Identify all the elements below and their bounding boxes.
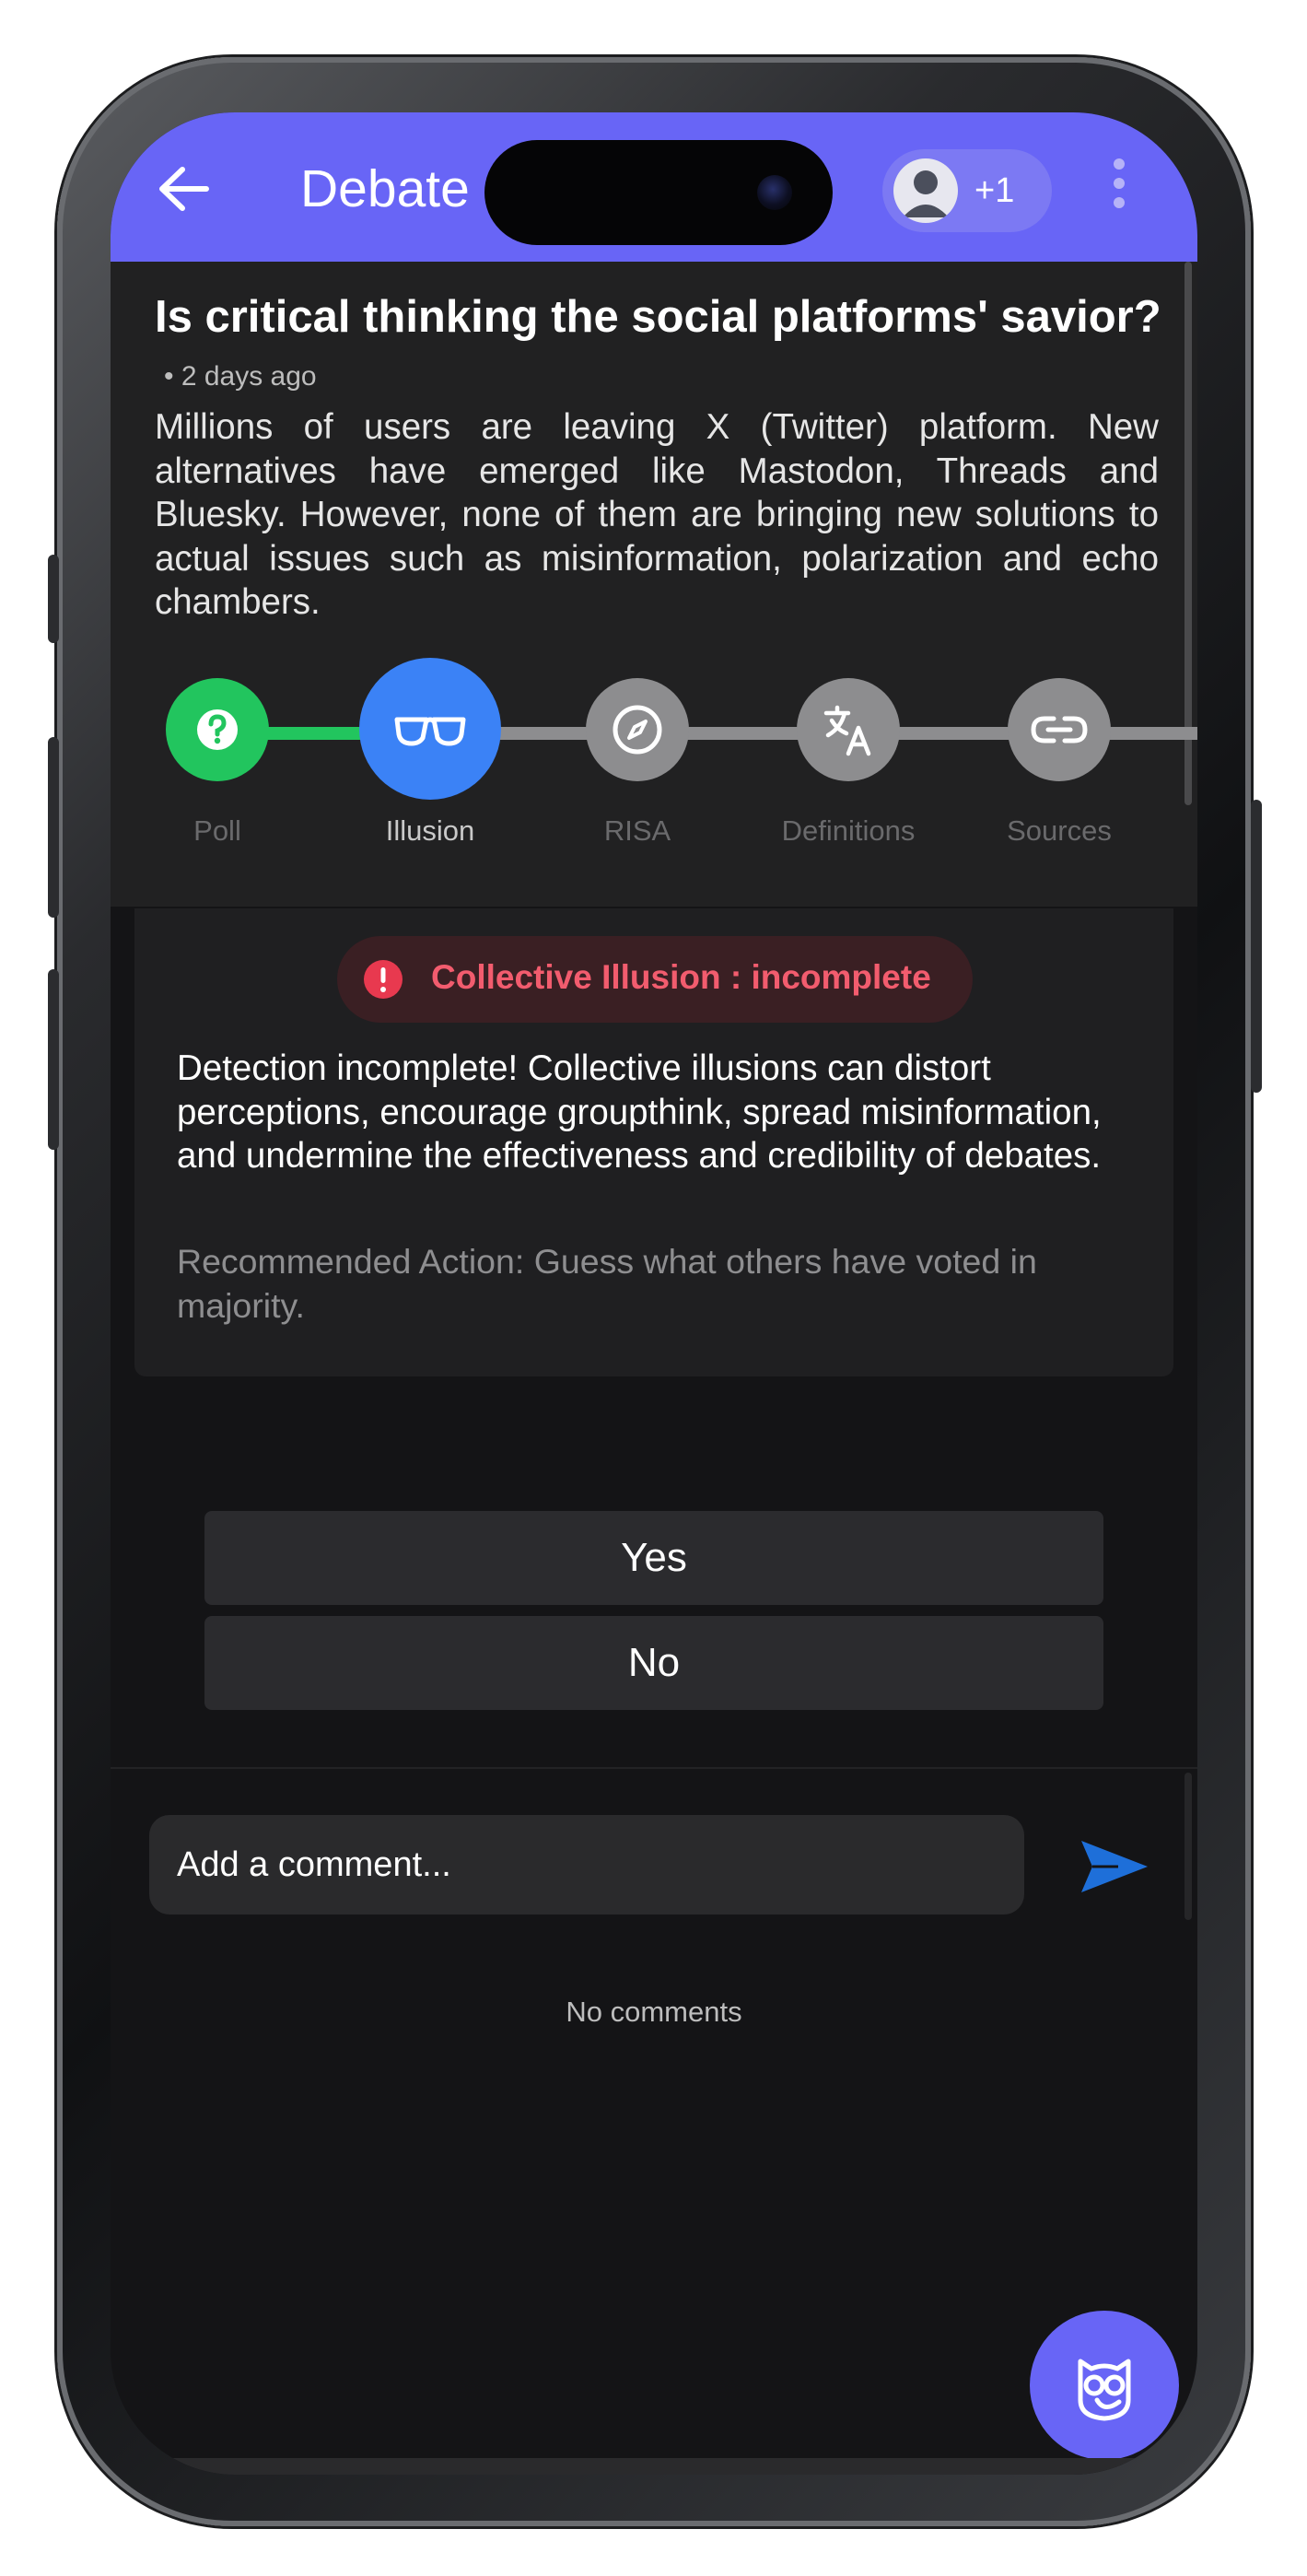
step-illusion[interactable]	[359, 658, 501, 800]
participants-count: +1	[974, 171, 1015, 210]
link-icon	[1031, 716, 1088, 744]
send-icon[interactable]	[1078, 1835, 1151, 1898]
step-poll[interactable]	[166, 678, 269, 781]
no-comments-text: No comments	[566, 1996, 742, 2028]
comment-input[interactable]	[149, 1815, 1024, 1914]
avatar-icon	[893, 158, 958, 223]
owl-icon	[1078, 2359, 1131, 2421]
yes-button[interactable]: Yes	[204, 1511, 1103, 1605]
comments-scrollbar[interactable]	[1184, 1773, 1192, 1920]
action-button	[48, 555, 59, 643]
translate-icon	[823, 705, 871, 756]
content-area: Is critical thinking the social platform…	[111, 262, 1197, 2475]
alert-icon	[364, 960, 403, 999]
status-text: Collective Illusion : incomplete	[431, 958, 931, 996]
home-indicator-area	[111, 2458, 1197, 2475]
step-sources[interactable]	[1008, 678, 1111, 781]
status-badge: Collective Illusion : incomplete	[337, 936, 973, 1023]
power-button	[1251, 800, 1262, 1093]
topic-card: Is critical thinking the social platform…	[111, 262, 1197, 907]
illusion-description: Detection incomplete! Collective illusio…	[177, 1048, 1102, 1176]
volume-down-button	[48, 969, 59, 1150]
topic-title: Is critical thinking the social platform…	[155, 292, 1161, 342]
glasses-icon	[394, 717, 466, 746]
step-label-sources: Sources	[1007, 814, 1112, 847]
no-button[interactable]: No	[204, 1616, 1103, 1710]
illusion-card: Collective Illusion : incomplete Detecti…	[134, 908, 1173, 1376]
step-label-illusion: Illusion	[385, 814, 475, 847]
question-icon	[197, 709, 238, 750]
step-label-risa: RISA	[603, 814, 671, 847]
more-options-icon[interactable]	[1111, 158, 1127, 214]
participants-button[interactable]: +1	[882, 149, 1052, 232]
step-label-poll: Poll	[193, 814, 241, 847]
step-definitions[interactable]	[797, 678, 900, 781]
recommended-action: Recommended Action: Guess what others ha…	[177, 1242, 1037, 1325]
compass-icon	[613, 705, 662, 755]
page-title: Debate	[300, 159, 470, 218]
app-header: Debate +1	[111, 112, 1197, 262]
front-camera	[757, 175, 792, 210]
assistant-fab[interactable]	[1030, 2311, 1179, 2460]
comments-divider	[111, 1767, 1197, 1769]
app-screen: Debate +1 Is critical thinking the socia…	[111, 112, 1197, 2475]
topic-timestamp: • 2 days ago	[164, 361, 317, 392]
topic-description: Millions of users are leaving X (Twitter…	[155, 407, 1159, 622]
step-risa[interactable]	[586, 678, 689, 781]
back-arrow-icon[interactable]	[157, 166, 210, 212]
step-label-definitions: Definitions	[781, 814, 916, 847]
debate-stepper: Poll Illusion RISA Definitions Sources	[111, 658, 1197, 870]
camera-notch	[484, 140, 833, 245]
volume-up-button	[48, 737, 59, 918]
